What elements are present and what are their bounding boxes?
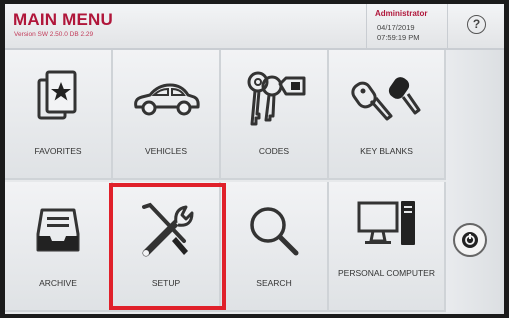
- key-blanks-label: KEY BLANKS: [360, 146, 413, 156]
- vehicles-label: VEHICLES: [144, 146, 188, 156]
- personal-computer-button[interactable]: PERSONAL COMPUTER: [329, 182, 446, 312]
- page-title: MAIN MENU: [13, 10, 114, 29]
- help-icon[interactable]: ?: [467, 15, 486, 34]
- current-time: 07:59:19 PM: [377, 33, 420, 42]
- user-name: Administrator: [375, 9, 428, 18]
- favorites-label: FAVORITES: [34, 146, 82, 156]
- archive-button[interactable]: ARCHIVE: [5, 182, 113, 312]
- key-blanks-icon: [329, 64, 444, 134]
- keys-tag-icon: [221, 64, 327, 134]
- archive-label: ARCHIVE: [39, 278, 77, 288]
- car-icon: [113, 64, 219, 134]
- search-button[interactable]: SEARCH: [221, 182, 329, 312]
- computer-icon: [329, 190, 444, 260]
- magnifier-icon: [221, 196, 327, 266]
- header-bar: MAIN MENU Version SW 2.50.0 DB 2.29 Admi…: [5, 4, 504, 50]
- favorites-icon: [5, 64, 111, 134]
- version-text: Version SW 2.50.0 DB 2.29: [14, 31, 94, 38]
- favorites-button[interactable]: FAVORITES: [5, 50, 113, 180]
- codes-label: CODES: [258, 146, 290, 156]
- current-date: 04/17/2019: [377, 23, 415, 32]
- search-label: SEARCH: [256, 278, 292, 288]
- device-screen: MAIN MENU Version SW 2.50.0 DB 2.29 Admi…: [5, 4, 504, 314]
- setup-label: SETUP: [151, 278, 181, 288]
- key-blanks-button[interactable]: KEY BLANKS: [329, 50, 446, 180]
- power-button[interactable]: [453, 223, 487, 257]
- side-panel: [446, 50, 504, 314]
- setup-button[interactable]: SETUP: [113, 182, 221, 312]
- personal-computer-label: PERSONAL COMPUTER: [338, 268, 435, 278]
- tools-icon: [113, 196, 219, 266]
- power-icon: [462, 232, 478, 248]
- user-info: Administrator 04/17/2019 07:59:19 PM: [366, 4, 448, 48]
- codes-button[interactable]: CODES: [221, 50, 329, 180]
- help-area: ?: [447, 4, 504, 48]
- archive-tray-icon: [5, 196, 111, 266]
- vehicles-button[interactable]: VEHICLES: [113, 50, 221, 180]
